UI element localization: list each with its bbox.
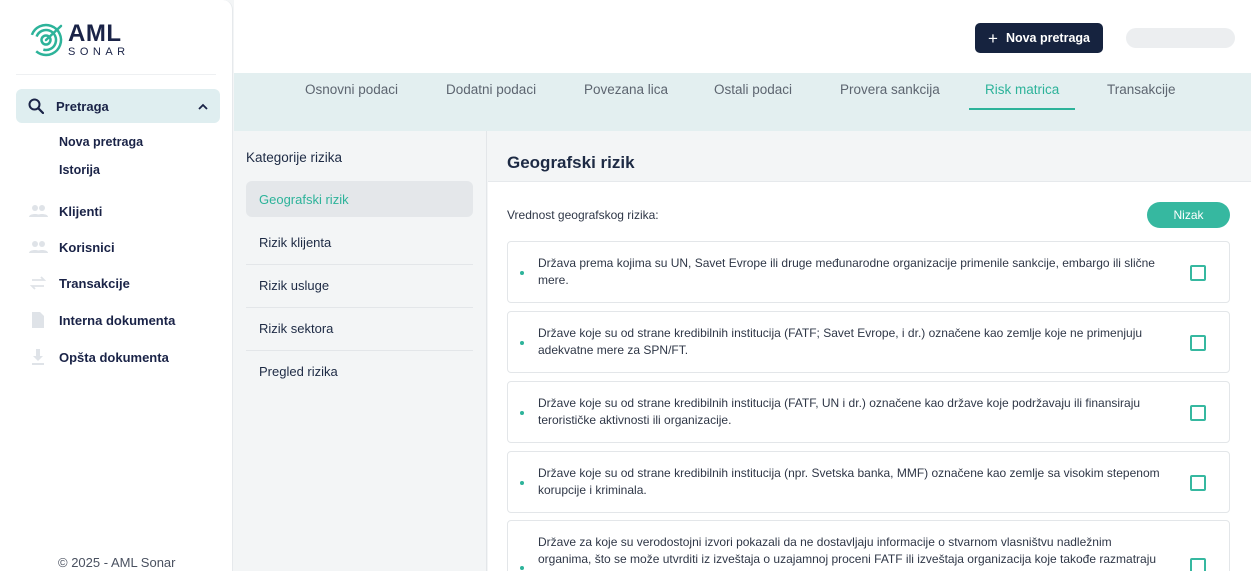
sidebar-item-transactions[interactable]: Transakcije: [28, 274, 130, 292]
tab-transactions[interactable]: Transakcije: [1107, 82, 1176, 108]
tab-basic-data[interactable]: Osnovni podaci: [305, 82, 398, 108]
sidebar-item-clients[interactable]: Klijenti: [28, 202, 102, 220]
category-geographic-risk[interactable]: Geografski rizik: [246, 181, 473, 217]
risk-item: Države koje su od strane kredibilnih ins…: [507, 451, 1230, 513]
tab-additional-data[interactable]: Dodatni podaci: [446, 82, 536, 108]
category-divider: [246, 350, 473, 351]
sidebar-item-label: Klijenti: [59, 203, 103, 219]
risk-item: Države za koje su verodostojni izvori po…: [507, 520, 1230, 571]
logo-title: AML: [68, 20, 122, 47]
risk-item-text: Države za koje su verodostojni izvori po…: [538, 535, 1157, 566]
content-header: Geografski rizik: [488, 131, 1251, 182]
risk-content: Geografski rizik Vrednost geografskog ri…: [488, 131, 1251, 571]
sidebar-item-internal-documents[interactable]: Interna dokumenta: [28, 311, 175, 329]
tab-other-data[interactable]: Ostali podaci: [714, 82, 792, 108]
category-risk-overview[interactable]: Pregled rizika: [246, 353, 473, 389]
category-client-risk[interactable]: Rizik klijenta: [246, 224, 473, 260]
sidebar-item-users[interactable]: Korisnici: [28, 238, 115, 256]
bullet-icon: [520, 271, 524, 275]
bullet-icon: [520, 481, 524, 485]
sidebar-item-label: Interna dokumenta: [59, 312, 176, 328]
risk-checkbox[interactable]: [1190, 265, 1206, 281]
risk-item: Države koje su od strane kredibilnih ins…: [507, 311, 1230, 373]
bullet-icon: [520, 566, 524, 570]
category-sector-risk[interactable]: Rizik sektora: [246, 310, 473, 346]
top-bar: + Nova pretraga: [234, 0, 1251, 73]
subnav-history[interactable]: Istorija: [59, 163, 100, 177]
new-search-label: Nova pretraga: [1005, 31, 1090, 45]
tab-sanctions-check[interactable]: Provera sankcija: [840, 82, 940, 108]
sidebar-item-search[interactable]: Pretraga: [16, 89, 220, 123]
copyright-text: © 2025 - AML Sonar: [58, 555, 176, 570]
user-menu[interactable]: [1126, 28, 1235, 48]
risk-checkbox[interactable]: [1190, 558, 1206, 571]
bullet-icon: [520, 341, 524, 345]
transactions-icon: [28, 274, 48, 292]
risk-value-label: Vrednost geografskog rizika:: [507, 208, 659, 222]
sidebar-item-general-documents[interactable]: Opšta dokumenta: [28, 348, 169, 366]
sidebar-item-label: Korisnici: [59, 239, 115, 255]
sidebar-divider: [16, 74, 216, 75]
risk-categories-panel: Kategorije rizika Geografski rizik Rizik…: [234, 131, 487, 571]
category-service-risk[interactable]: Rizik usluge: [246, 267, 473, 303]
sidebar: AML SONAR Pretraga Nova pretraga Istorij…: [0, 0, 233, 571]
plus-icon: +: [988, 28, 998, 48]
new-search-button[interactable]: + Nova pretraga: [975, 23, 1103, 53]
risk-item: Država prema kojima su UN, Savet Evrope …: [507, 241, 1230, 303]
bullet-icon: [520, 411, 524, 415]
subnav-new-search[interactable]: Nova pretraga: [59, 135, 143, 149]
logo[interactable]: AML SONAR: [28, 22, 130, 58]
risk-item-text: Države koje su od strane kredibilnih ins…: [538, 466, 1160, 497]
risk-checkbox[interactable]: [1190, 475, 1206, 491]
sidebar-item-label: Transakcije: [59, 275, 130, 291]
sidebar-item-label: Pretraga: [56, 98, 109, 114]
tab-risk-matrix[interactable]: Risk matrica: [969, 82, 1076, 110]
download-icon: [28, 348, 48, 366]
risk-checkbox[interactable]: [1190, 335, 1206, 351]
category-divider: [246, 307, 473, 308]
chevron-up-icon: [198, 103, 208, 110]
logo-subtitle: SONAR: [68, 46, 130, 58]
category-divider: [246, 264, 473, 265]
document-icon: [28, 311, 48, 329]
sidebar-item-label: Opšta dokumenta: [59, 349, 169, 365]
logo-icon: [29, 23, 63, 57]
tab-bar: Osnovni podaci Dodatni podaci Povezana l…: [234, 73, 1251, 131]
clients-icon: [28, 202, 48, 220]
tab-related-persons[interactable]: Povezana lica: [584, 82, 668, 108]
risk-item: Države koje su od strane kredibilnih ins…: [507, 381, 1230, 443]
page-title: Geografski rizik: [507, 153, 635, 172]
search-icon: [28, 98, 44, 114]
risk-level-badge: Nizak: [1147, 202, 1230, 228]
risk-item-text: Država prema kojima su UN, Savet Evrope …: [538, 256, 1155, 287]
risk-item-text: Države koje su od strane kredibilnih ins…: [538, 326, 1143, 357]
users-icon: [28, 238, 48, 256]
risk-item-text: Države koje su od strane kredibilnih ins…: [538, 396, 1141, 427]
categories-title: Kategorije rizika: [246, 150, 343, 165]
risk-checkbox[interactable]: [1190, 405, 1206, 421]
